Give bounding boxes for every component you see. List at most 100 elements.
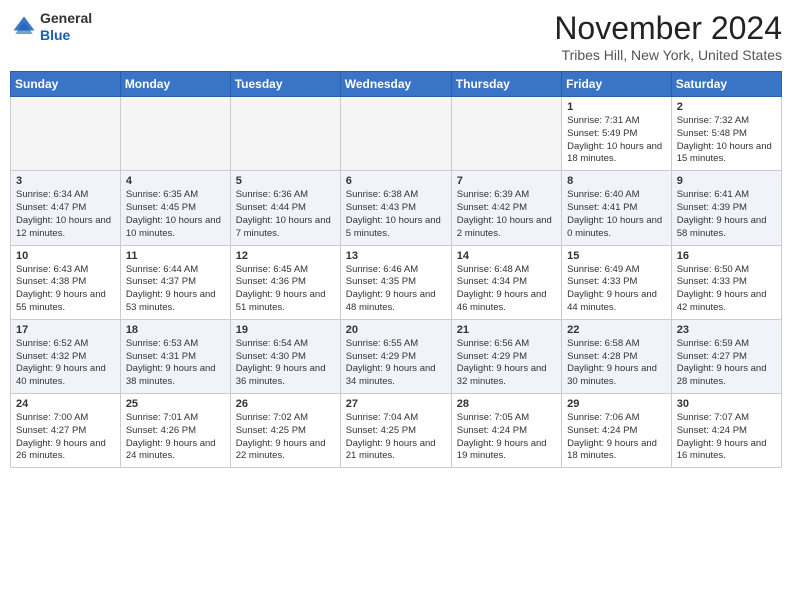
calendar-cell: 8 Sunrise: 6:40 AM Sunset: 4:41 PM Daylig…: [562, 171, 672, 245]
calendar-cell: 1 Sunrise: 7:31 AM Sunset: 5:49 PM Daylig…: [562, 97, 672, 171]
day-info: Sunrise: 6:58 AM Sunset: 4:28 PM Dayligh…: [567, 338, 666, 389]
calendar-cell: 13 Sunrise: 6:46 AM Sunset: 4:35 PM Dayli…: [340, 245, 451, 319]
week-row-3: 10Sunrise: 6:43 AM Sunset: 4:38 PM Dayli…: [11, 245, 782, 319]
calendar-cell: 4 Sunrise: 6:35 AM Sunset: 4:45 PM Daylig…: [120, 171, 230, 245]
calendar-cell: 30 Sunrise: 7:07 AM Sunset: 4:24 PM Dayli…: [671, 394, 781, 468]
calendar-cell: 20Sunrise: 6:55 AM Sunset: 4:29 PM Dayli…: [340, 319, 451, 393]
calendar-cell: [340, 97, 451, 171]
calendar-cell: [451, 97, 561, 171]
week-row-1: 1 Sunrise: 7:31 AM Sunset: 5:49 PM Daylig…: [11, 97, 782, 171]
weekday-header-monday: Monday: [120, 72, 230, 97]
calendar-cell: 9 Sunrise: 6:41 AM Sunset: 4:39 PM Daylig…: [671, 171, 781, 245]
day-info: Sunrise: 6:56 AM Sunset: 4:29 PM Dayligh…: [457, 338, 556, 389]
calendar-cell: 18 Sunrise: 6:53 AM Sunset: 4:31 PM Dayli…: [120, 319, 230, 393]
day-number: 18: [126, 324, 225, 336]
day-number: 6: [346, 175, 446, 187]
calendar-cell: 26Sunrise: 7:02 AM Sunset: 4:25 PM Dayli…: [230, 394, 340, 468]
weekday-header-friday: Friday: [562, 72, 672, 97]
calendar-cell: 17Sunrise: 6:52 AM Sunset: 4:32 PM Dayli…: [11, 319, 121, 393]
weekday-header-wednesday: Wednesday: [340, 72, 451, 97]
calendar-cell: 12 Sunrise: 6:45 AM Sunset: 4:36 PM Dayli…: [230, 245, 340, 319]
title-block: November 2024 Tribes Hill, New York, Uni…: [554, 10, 782, 63]
calendar-cell: 25 Sunrise: 7:01 AM Sunset: 4:26 PM Dayli…: [120, 394, 230, 468]
week-row-2: 3 Sunrise: 6:34 AM Sunset: 4:47 PM Daylig…: [11, 171, 782, 245]
weekday-header-row: SundayMondayTuesdayWednesdayThursdayFrid…: [11, 72, 782, 97]
day-number: 25: [126, 398, 225, 410]
calendar-cell: [11, 97, 121, 171]
day-number: 5: [236, 175, 335, 187]
day-info: Sunrise: 7:00 AM Sunset: 4:27 PM Dayligh…: [16, 412, 115, 463]
calendar-table: SundayMondayTuesdayWednesdayThursdayFrid…: [10, 71, 782, 468]
day-info: Sunrise: 6:45 AM Sunset: 4:36 PM Dayligh…: [236, 264, 335, 315]
calendar-cell: [230, 97, 340, 171]
calendar-cell: 28Sunrise: 7:05 AM Sunset: 4:24 PM Dayli…: [451, 394, 561, 468]
day-number: 8: [567, 175, 666, 187]
day-number: 26: [236, 398, 335, 410]
calendar-cell: 24 Sunrise: 7:00 AM Sunset: 4:27 PM Dayli…: [11, 394, 121, 468]
day-number: 10: [16, 250, 115, 262]
calendar-cell: [120, 97, 230, 171]
day-info: Sunrise: 7:06 AM Sunset: 4:24 PM Dayligh…: [567, 412, 666, 463]
day-info: Sunrise: 7:31 AM Sunset: 5:49 PM Dayligh…: [567, 115, 666, 166]
calendar-cell: 29Sunrise: 7:06 AM Sunset: 4:24 PM Dayli…: [562, 394, 672, 468]
day-number: 4: [126, 175, 225, 187]
day-info: Sunrise: 6:40 AM Sunset: 4:41 PM Dayligh…: [567, 189, 666, 240]
day-number: 9: [677, 175, 776, 187]
calendar-cell: 3 Sunrise: 6:34 AM Sunset: 4:47 PM Daylig…: [11, 171, 121, 245]
weekday-header-tuesday: Tuesday: [230, 72, 340, 97]
day-info: Sunrise: 7:32 AM Sunset: 5:48 PM Dayligh…: [677, 115, 776, 166]
day-number: 23: [677, 324, 776, 336]
calendar-cell: 5 Sunrise: 6:36 AM Sunset: 4:44 PM Daylig…: [230, 171, 340, 245]
calendar-cell: 23Sunrise: 6:59 AM Sunset: 4:27 PM Dayli…: [671, 319, 781, 393]
day-number: 14: [457, 250, 556, 262]
day-info: Sunrise: 7:01 AM Sunset: 4:26 PM Dayligh…: [126, 412, 225, 463]
calendar-cell: 6 Sunrise: 6:38 AM Sunset: 4:43 PM Daylig…: [340, 171, 451, 245]
day-info: Sunrise: 6:35 AM Sunset: 4:45 PM Dayligh…: [126, 189, 225, 240]
calendar-cell: 11Sunrise: 6:44 AM Sunset: 4:37 PM Dayli…: [120, 245, 230, 319]
weekday-header-saturday: Saturday: [671, 72, 781, 97]
day-number: 19: [236, 324, 335, 336]
day-info: Sunrise: 6:41 AM Sunset: 4:39 PM Dayligh…: [677, 189, 776, 240]
calendar-cell: 22 Sunrise: 6:58 AM Sunset: 4:28 PM Dayli…: [562, 319, 672, 393]
day-number: 30: [677, 398, 776, 410]
week-row-4: 17Sunrise: 6:52 AM Sunset: 4:32 PM Dayli…: [11, 319, 782, 393]
day-info: Sunrise: 6:36 AM Sunset: 4:44 PM Dayligh…: [236, 189, 335, 240]
day-info: Sunrise: 6:46 AM Sunset: 4:35 PM Dayligh…: [346, 264, 446, 315]
day-info: Sunrise: 7:07 AM Sunset: 4:24 PM Dayligh…: [677, 412, 776, 463]
day-number: 1: [567, 101, 666, 113]
day-info: Sunrise: 6:52 AM Sunset: 4:32 PM Dayligh…: [16, 338, 115, 389]
day-info: Sunrise: 6:49 AM Sunset: 4:33 PM Dayligh…: [567, 264, 666, 315]
day-number: 12: [236, 250, 335, 262]
week-row-5: 24 Sunrise: 7:00 AM Sunset: 4:27 PM Dayli…: [11, 394, 782, 468]
logo-blue-text: Blue: [40, 27, 92, 44]
day-number: 11: [126, 250, 225, 262]
logo-general-text: General: [40, 10, 92, 27]
calendar-cell: 21 Sunrise: 6:56 AM Sunset: 4:29 PM Dayli…: [451, 319, 561, 393]
calendar-cell: 14Sunrise: 6:48 AM Sunset: 4:34 PM Dayli…: [451, 245, 561, 319]
day-info: Sunrise: 6:54 AM Sunset: 4:30 PM Dayligh…: [236, 338, 335, 389]
day-number: 28: [457, 398, 556, 410]
day-info: Sunrise: 6:53 AM Sunset: 4:31 PM Dayligh…: [126, 338, 225, 389]
month-title: November 2024: [554, 10, 782, 47]
logo-icon: [10, 13, 38, 41]
day-number: 16: [677, 250, 776, 262]
day-number: 21: [457, 324, 556, 336]
day-info: Sunrise: 6:38 AM Sunset: 4:43 PM Dayligh…: [346, 189, 446, 240]
calendar-cell: 7Sunrise: 6:39 AM Sunset: 4:42 PM Daylig…: [451, 171, 561, 245]
day-number: 7: [457, 175, 556, 187]
calendar-cell: 16 Sunrise: 6:50 AM Sunset: 4:33 PM Dayli…: [671, 245, 781, 319]
day-number: 22: [567, 324, 666, 336]
day-number: 13: [346, 250, 446, 262]
calendar-cell: 15Sunrise: 6:49 AM Sunset: 4:33 PM Dayli…: [562, 245, 672, 319]
day-number: 24: [16, 398, 115, 410]
day-info: Sunrise: 6:34 AM Sunset: 4:47 PM Dayligh…: [16, 189, 115, 240]
day-info: Sunrise: 6:50 AM Sunset: 4:33 PM Dayligh…: [677, 264, 776, 315]
calendar-cell: 2 Sunrise: 7:32 AM Sunset: 5:48 PM Daylig…: [671, 97, 781, 171]
day-number: 2: [677, 101, 776, 113]
day-info: Sunrise: 6:55 AM Sunset: 4:29 PM Dayligh…: [346, 338, 446, 389]
page-header: General Blue November 2024 Tribes Hill, …: [10, 10, 782, 63]
day-number: 27: [346, 398, 446, 410]
weekday-header-thursday: Thursday: [451, 72, 561, 97]
weekday-header-sunday: Sunday: [11, 72, 121, 97]
day-number: 3: [16, 175, 115, 187]
